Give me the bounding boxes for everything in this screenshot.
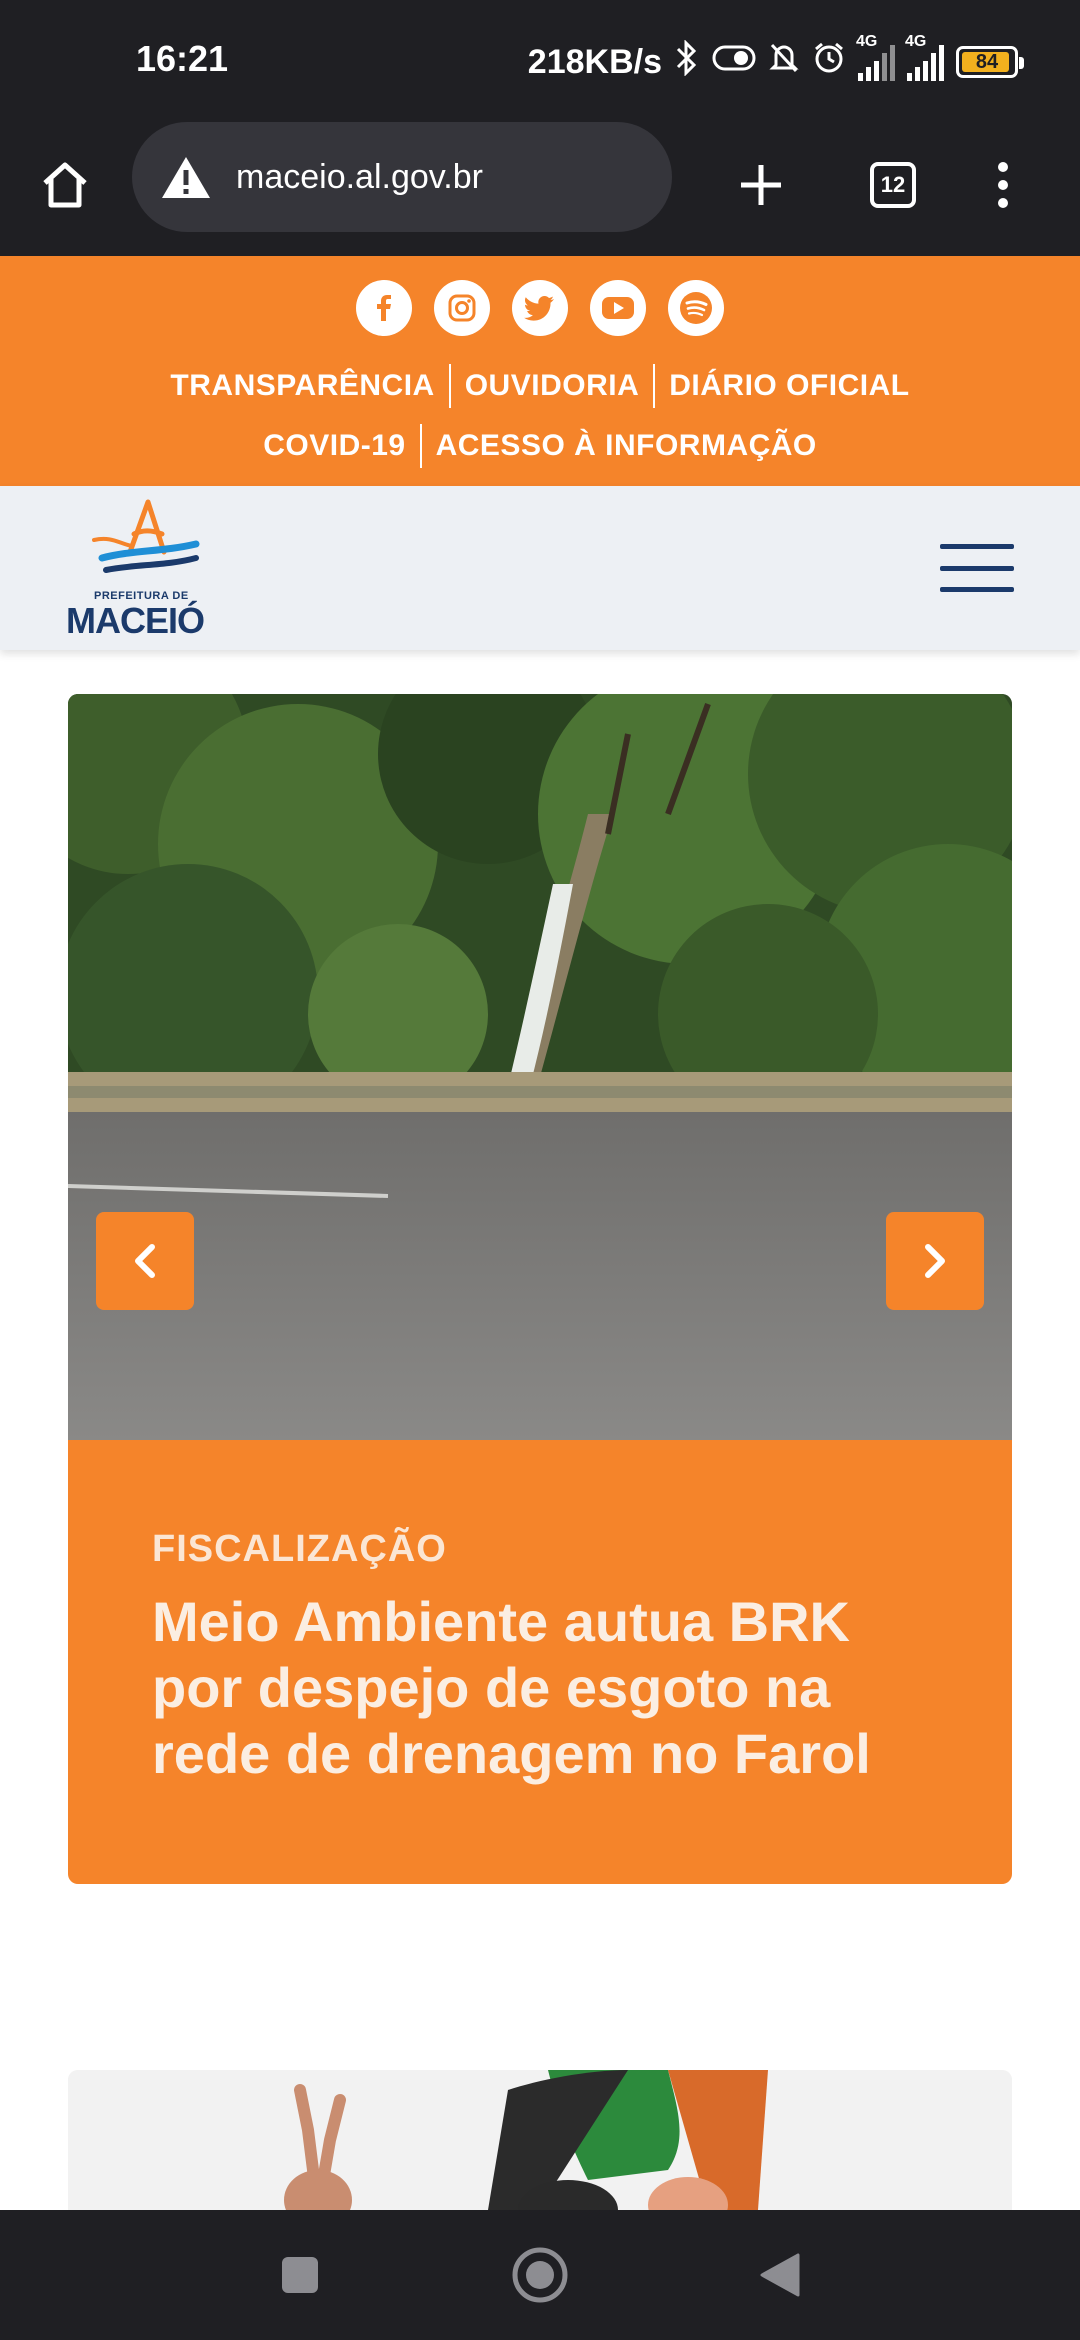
facebook-link[interactable] bbox=[356, 280, 412, 336]
url-text[interactable]: maceio.al.gov.br bbox=[236, 158, 483, 197]
link-acesso-informacao[interactable]: ACESSO À INFORMAÇÃO bbox=[422, 429, 831, 463]
mute-bell-icon bbox=[768, 41, 800, 84]
network-type-label: 4G bbox=[856, 33, 878, 50]
facebook-icon bbox=[377, 295, 391, 321]
battery-icon: 84 bbox=[956, 46, 1024, 78]
instagram-link[interactable] bbox=[434, 280, 490, 336]
home-nav-button[interactable] bbox=[510, 2245, 570, 2305]
news-headline[interactable]: Meio Ambiente autua BRK por despejo de e… bbox=[152, 1589, 928, 1787]
hamburger-menu-button[interactable] bbox=[940, 544, 1014, 592]
new-tab-button[interactable] bbox=[726, 150, 796, 220]
menu-line bbox=[940, 544, 1014, 549]
recents-button[interactable] bbox=[270, 2245, 330, 2305]
news-photo[interactable] bbox=[68, 694, 1012, 1440]
spotify-link[interactable] bbox=[668, 280, 724, 336]
home-icon bbox=[43, 162, 87, 208]
battery-level: 84 bbox=[975, 50, 999, 73]
menu-line bbox=[940, 565, 1014, 571]
status-time: 16:21 bbox=[136, 38, 229, 79]
bluetooth-icon bbox=[674, 38, 700, 85]
news-carousel-card[interactable]: FISCALIZAÇÃO Meio Ambiente autua BRK por… bbox=[68, 694, 1012, 1884]
youtube-icon bbox=[602, 297, 634, 319]
link-transparencia[interactable]: TRANSPARÊNCIA bbox=[156, 369, 448, 403]
twitter-icon bbox=[524, 296, 554, 321]
site-header: PREFEITURA DE MACEIÓ bbox=[0, 486, 1080, 650]
alarm-icon bbox=[812, 41, 846, 84]
back-triangle-icon bbox=[760, 2253, 800, 2297]
browser-toolbar: maceio.al.gov.br 12 bbox=[0, 120, 1080, 256]
plus-icon bbox=[741, 165, 781, 205]
signal-icon-2: 4G bbox=[905, 33, 944, 81]
more-vert-icon bbox=[998, 162, 1008, 208]
warning-icon[interactable] bbox=[160, 154, 212, 200]
news-category: FISCALIZAÇÃO bbox=[152, 1528, 447, 1570]
top-links-row-1: TRANSPARÊNCIA OUVIDORIA DIÁRIO OFICIAL bbox=[0, 364, 1080, 408]
system-nav-bar bbox=[0, 2210, 1080, 2340]
link-diario-oficial[interactable]: DIÁRIO OFICIAL bbox=[655, 369, 923, 403]
chevron-right-icon bbox=[925, 1244, 945, 1278]
prefeitura-logo[interactable]: PREFEITURA DE MACEIÓ bbox=[66, 496, 226, 641]
status-indicators: 218KB/s 4G 4G 84 bbox=[527, 33, 1024, 86]
top-links-row-2: COVID-19 ACESSO À INFORMAÇÃO bbox=[0, 424, 1080, 468]
chevron-left-icon bbox=[135, 1244, 155, 1278]
network-type-label-2: 4G bbox=[905, 33, 927, 50]
instagram-icon bbox=[448, 294, 476, 322]
news-card-next-photo bbox=[68, 2070, 1012, 2210]
youtube-link[interactable] bbox=[590, 280, 646, 336]
link-covid-19[interactable]: COVID-19 bbox=[249, 429, 419, 463]
back-button[interactable] bbox=[750, 2245, 810, 2305]
top-links-bar: TRANSPARÊNCIA OUVIDORIA DIÁRIO OFICIAL C… bbox=[0, 256, 1080, 486]
logo-title: MACEIÓ bbox=[66, 600, 205, 641]
circle-home-icon bbox=[512, 2247, 568, 2303]
network-speed: 218KB/s bbox=[527, 42, 662, 81]
signal-icon: 4G bbox=[856, 33, 895, 81]
tab-switcher-button[interactable]: 12 bbox=[858, 150, 928, 220]
square-icon bbox=[282, 2257, 318, 2293]
status-bar: 16:21 218KB/s 4G 4G 84 bbox=[0, 0, 1080, 120]
address-bar[interactable]: maceio.al.gov.br bbox=[132, 122, 672, 232]
social-links bbox=[0, 280, 1080, 336]
vpn-icon bbox=[712, 43, 756, 82]
news-card-body[interactable]: FISCALIZAÇÃO Meio Ambiente autua BRK por… bbox=[68, 1440, 1012, 1884]
link-ouvidoria[interactable]: OUVIDORIA bbox=[451, 369, 654, 403]
spotify-icon bbox=[680, 292, 712, 324]
carousel-prev-button[interactable] bbox=[96, 1212, 194, 1310]
menu-line bbox=[940, 587, 1014, 592]
tab-count: 12 bbox=[870, 162, 916, 208]
twitter-link[interactable] bbox=[512, 280, 568, 336]
home-button[interactable] bbox=[30, 150, 100, 220]
logo-mark-icon bbox=[92, 499, 200, 573]
browser-menu-button[interactable] bbox=[968, 150, 1038, 220]
carousel-next-button[interactable] bbox=[886, 1212, 984, 1310]
news-card-next[interactable] bbox=[68, 2070, 1012, 2210]
news-photo-illustration bbox=[68, 694, 1012, 1440]
